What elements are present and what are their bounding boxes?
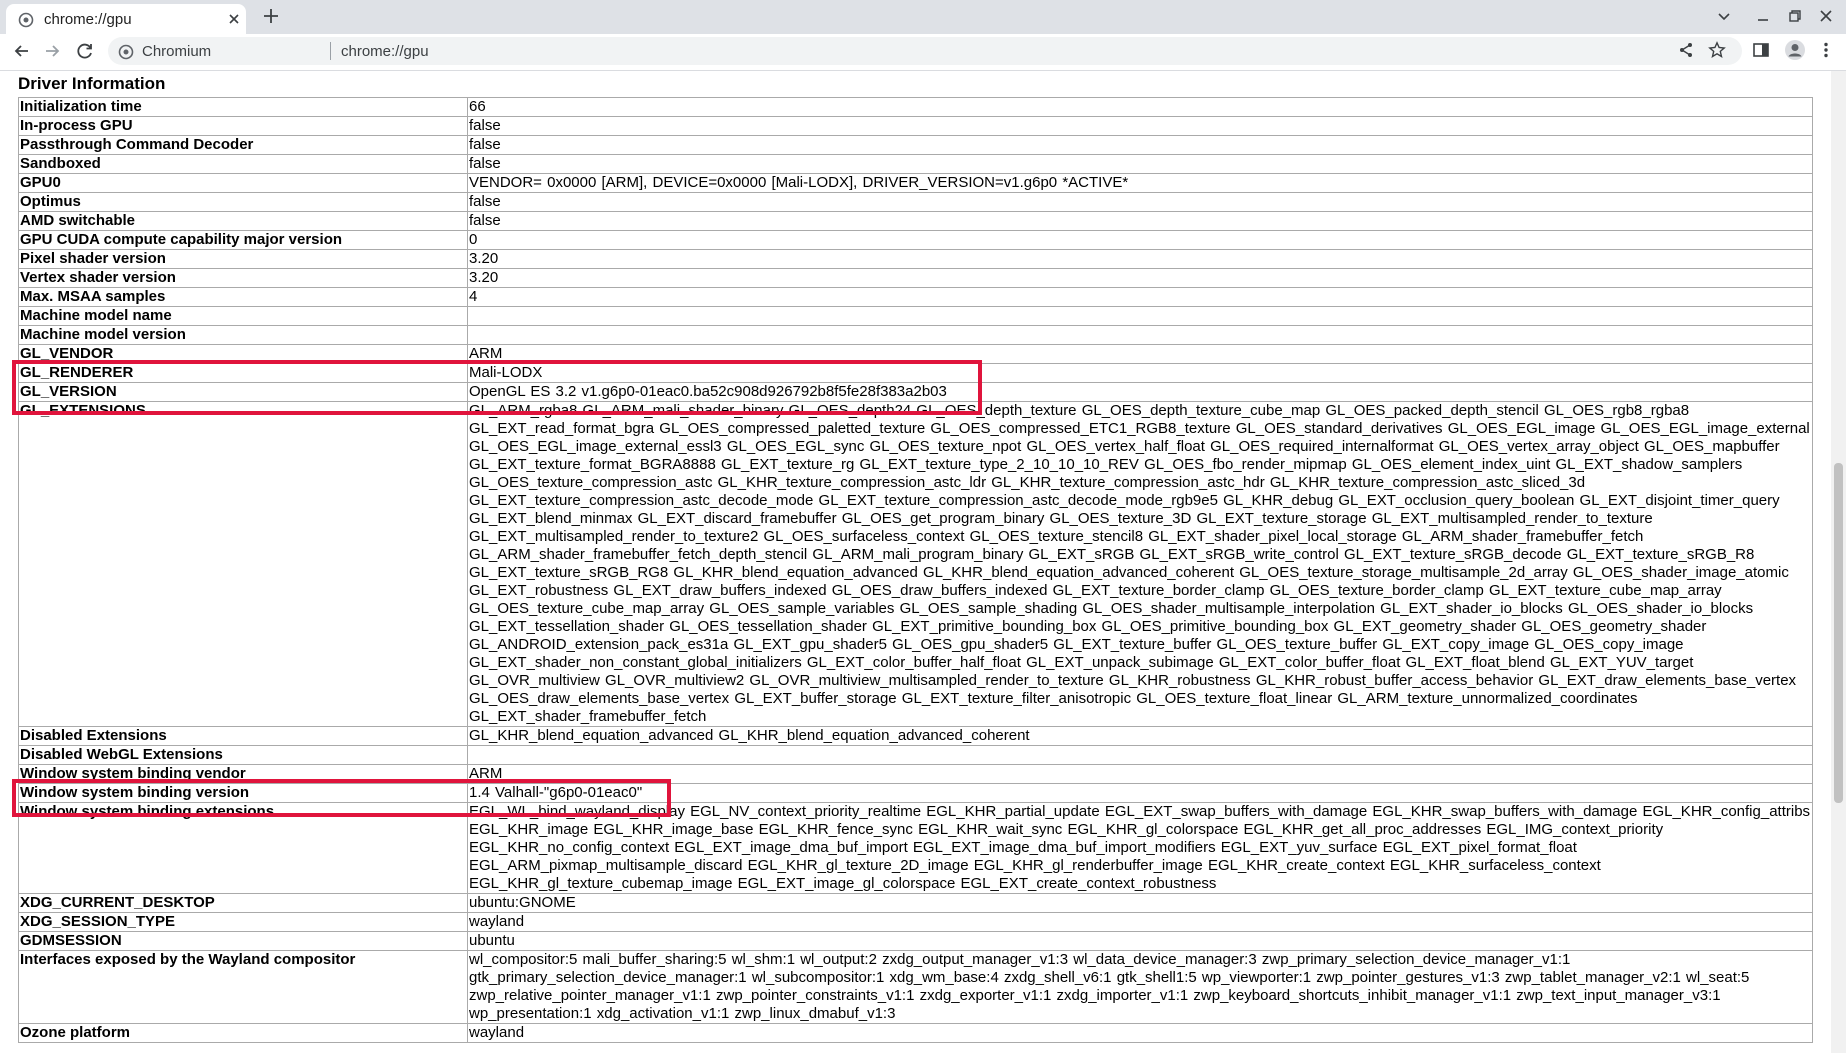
row-value: 3.20 <box>467 268 1813 288</box>
share-icon[interactable] <box>1677 41 1695 59</box>
table-row: Disabled Extensions GL_KHR_blend_equation… <box>18 726 1813 746</box>
row-key: In-process GPU <box>18 116 468 136</box>
tab-title: chrome://gpu <box>44 11 132 28</box>
row-value: 0 <box>467 230 1813 250</box>
row-key: Passthrough Command Decoder <box>18 135 468 155</box>
url-text[interactable]: chrome://gpu <box>341 43 429 60</box>
omnibox-separator <box>330 42 331 60</box>
minimize-icon[interactable] <box>1755 8 1771 24</box>
chevron-down-icon[interactable] <box>1716 8 1732 24</box>
row-key: Sandboxed <box>18 154 468 174</box>
table-row: Disabled WebGL Extensions <box>18 745 1813 765</box>
omnibox[interactable]: Chromium chrome://gpu <box>108 37 1742 65</box>
row-key: XDG_CURRENT_DESKTOP <box>18 893 468 913</box>
plus-icon[interactable] <box>261 6 281 26</box>
row-value: wl_compositor:5 mali_buffer_sharing:5 wl… <box>467 950 1813 1024</box>
row-key: GDMSESSION <box>18 931 468 951</box>
row-value: GL_KHR_blend_equation_advanced GL_KHR_bl… <box>467 726 1813 746</box>
table-row: Passthrough Command Decoder false <box>18 135 1813 155</box>
close-icon[interactable] <box>226 11 242 27</box>
side-panel-icon[interactable] <box>1752 41 1770 59</box>
driver-information-table: Initialization time 66 In-process GPU false… <box>18 97 1813 1043</box>
section-title: Driver Information <box>18 74 166 93</box>
table-row: GPU0 VENDOR= 0x0000 [ARM], DEVICE=0x0000 … <box>18 173 1813 193</box>
row-value: 3.20 <box>467 249 1813 269</box>
scrollbar-thumb[interactable] <box>1834 463 1843 803</box>
row-value <box>467 325 1813 345</box>
row-key: Machine model name <box>18 306 468 326</box>
table-row: Max. MSAA samples 4 <box>18 287 1813 307</box>
site-info-icon[interactable] <box>118 44 134 60</box>
row-value <box>467 745 1813 765</box>
row-key: Max. MSAA samples <box>18 287 468 307</box>
table-row: Machine model version <box>18 325 1813 345</box>
toolbar: Chromium chrome://gpu <box>0 34 1846 71</box>
row-key: Pixel shader version <box>18 249 468 269</box>
row-value: false <box>467 116 1813 136</box>
tab-chrome-gpu[interactable]: chrome://gpu <box>6 4 246 34</box>
row-value: GL_ARM_rgba8 GL_ARM_mali_shader_binary G… <box>467 401 1813 727</box>
row-key: Disabled Extensions <box>18 726 468 746</box>
row-key: Disabled WebGL Extensions <box>18 745 468 765</box>
reload-icon[interactable] <box>75 41 95 61</box>
highlight-window-binding-box <box>12 779 671 817</box>
row-key: XDG_SESSION_TYPE <box>18 912 468 932</box>
row-key: Interfaces exposed by the Wayland compos… <box>18 950 468 1024</box>
row-key: Ozone platform <box>18 1023 468 1043</box>
row-key: GPU CUDA compute capability major versio… <box>18 230 468 250</box>
restore-icon[interactable] <box>1787 8 1803 24</box>
row-key: GPU0 <box>18 173 468 193</box>
table-row: Sandboxed false <box>18 154 1813 174</box>
row-value: false <box>467 135 1813 155</box>
page-icon <box>18 12 34 28</box>
tab-strip: chrome://gpu <box>0 0 1846 34</box>
table-row: Ozone platform wayland <box>18 1023 1813 1043</box>
vertical-scrollbar[interactable] <box>1831 71 1846 1053</box>
row-value: ubuntu:GNOME <box>467 893 1813 913</box>
kebab-menu-icon[interactable] <box>1818 41 1834 59</box>
page-content: Driver Information Initialization time 66… <box>0 71 1831 1053</box>
table-row: AMD switchable false <box>18 211 1813 231</box>
row-value: false <box>467 154 1813 174</box>
row-value: wayland <box>467 1023 1813 1043</box>
row-value <box>467 306 1813 326</box>
table-row: Pixel shader version 3.20 <box>18 249 1813 269</box>
table-row: Machine model name <box>18 306 1813 326</box>
table-row: GPU CUDA compute capability major versio… <box>18 230 1813 250</box>
star-icon[interactable] <box>1708 41 1726 59</box>
row-key: Vertex shader version <box>18 268 468 288</box>
omnibox-origin-label: Chromium <box>142 43 212 60</box>
forward-arrow-icon[interactable] <box>42 41 62 61</box>
row-key: Machine model version <box>18 325 468 345</box>
row-value: ubuntu <box>467 931 1813 951</box>
table-row: GL_EXTENSIONS GL_ARM_rgba8 GL_ARM_mali_sh… <box>18 401 1813 727</box>
row-value: wayland <box>467 912 1813 932</box>
table-row: Interfaces exposed by the Wayland compos… <box>18 950 1813 1024</box>
row-value: 66 <box>467 97 1813 117</box>
table-row: In-process GPU false <box>18 116 1813 136</box>
table-row: Vertex shader version 3.20 <box>18 268 1813 288</box>
row-value: false <box>467 211 1813 231</box>
row-key: Optimus <box>18 192 468 212</box>
highlight-gl-box <box>12 360 982 415</box>
row-value: false <box>467 192 1813 212</box>
row-key: Initialization time <box>18 97 468 117</box>
table-row: Optimus false <box>18 192 1813 212</box>
row-key: AMD switchable <box>18 211 468 231</box>
profile-icon[interactable] <box>1784 39 1806 61</box>
table-row: XDG_CURRENT_DESKTOP ubuntu:GNOME <box>18 893 1813 913</box>
row-value: VENDOR= 0x0000 [ARM], DEVICE=0x0000 [Mal… <box>467 173 1813 193</box>
row-key: GL_EXTENSIONS <box>18 401 468 727</box>
close-window-icon[interactable] <box>1818 8 1834 24</box>
table-row: Initialization time 66 <box>18 97 1813 117</box>
row-value: 4 <box>467 287 1813 307</box>
table-row: GDMSESSION ubuntu <box>18 931 1813 951</box>
table-row: XDG_SESSION_TYPE wayland <box>18 912 1813 932</box>
back-arrow-icon[interactable] <box>12 41 32 61</box>
